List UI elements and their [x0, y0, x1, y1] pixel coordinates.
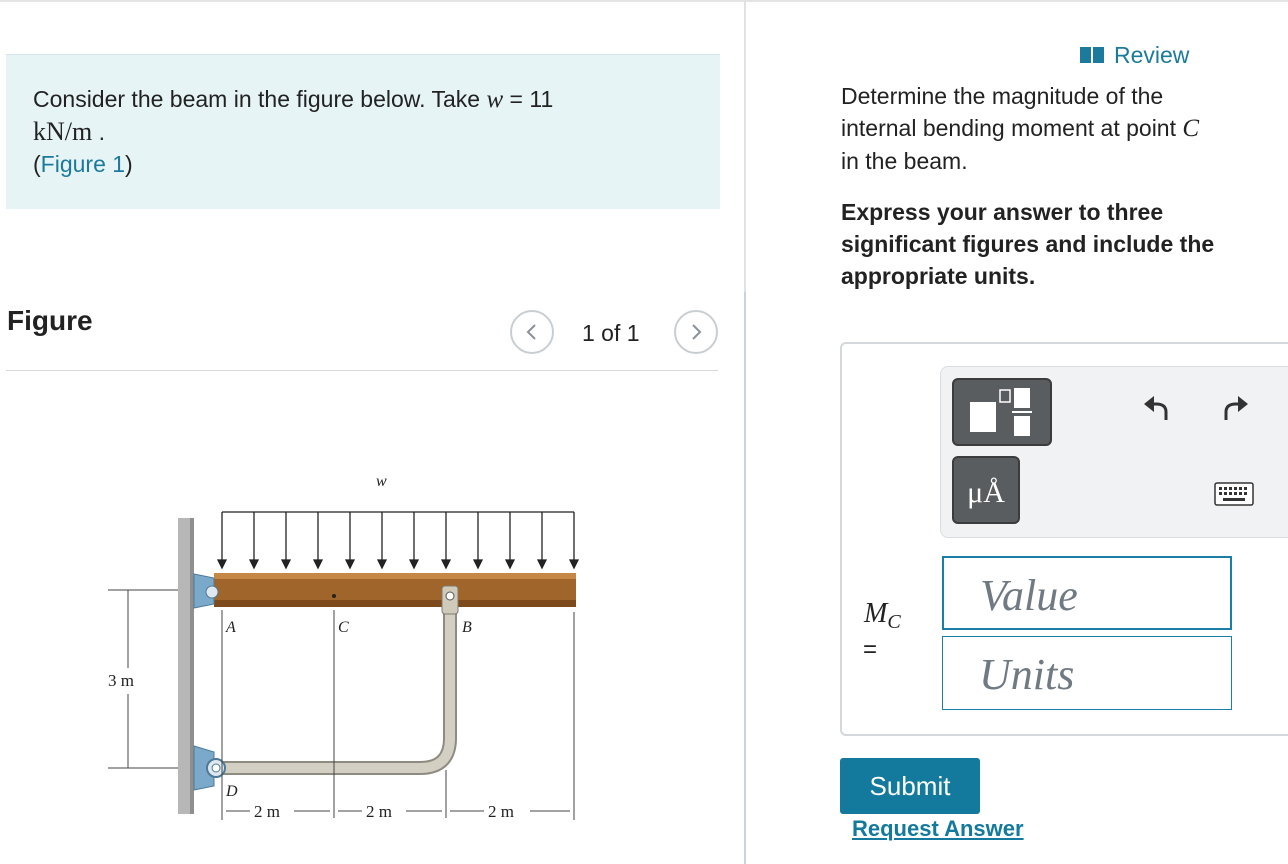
figure-divider	[6, 370, 718, 371]
value-placeholder: Value	[980, 571, 1078, 620]
label-c: C	[338, 619, 349, 636]
next-figure-button[interactable]	[674, 310, 718, 354]
figure-link[interactable]: Figure 1	[41, 151, 125, 177]
wall	[178, 518, 192, 814]
question-line2: in the beam.	[841, 148, 968, 174]
request-answer-link[interactable]: Request Answer	[852, 816, 1024, 842]
units-button[interactable]: μÅ	[952, 456, 1020, 524]
w-variable: w	[486, 86, 504, 113]
question-text: Determine the magnitude of the internal …	[841, 80, 1221, 177]
w-units: kN/m	[33, 117, 93, 146]
paren-open: (	[33, 151, 41, 177]
problem-intro: Consider the beam in the figure below. T…	[33, 86, 481, 112]
label-seg3: 2 m	[488, 802, 514, 821]
answer-variable-label: MC	[864, 598, 901, 634]
load-arrows	[216, 512, 580, 570]
answer-equals: =	[863, 636, 878, 663]
label-w: w	[376, 473, 387, 490]
beam-bottom-shade	[214, 600, 576, 607]
pin-b	[445, 591, 455, 601]
review-link[interactable]: Review	[1078, 42, 1189, 71]
point-c-marker	[332, 594, 336, 598]
problem-text: Consider the beam in the figure below. T…	[33, 83, 553, 180]
pin-a	[205, 585, 219, 599]
review-label: Review	[1114, 42, 1190, 68]
label-d: D	[225, 783, 238, 800]
question-line1: Determine the magnitude of the internal …	[841, 83, 1176, 141]
fraction-template-icon	[970, 388, 1032, 436]
pin-d-center	[211, 763, 221, 773]
units-input[interactable]: Units	[942, 636, 1232, 710]
answer-instructions: Express your answer to three significant…	[841, 199, 1215, 289]
label-b: B	[462, 619, 472, 636]
answer-var-main: M	[864, 598, 888, 629]
prev-figure-button[interactable]	[510, 310, 554, 354]
label-height: 3 m	[108, 671, 134, 690]
value-input[interactable]: Value	[942, 556, 1232, 630]
label-seg1: 2 m	[254, 802, 280, 821]
book-icon	[1078, 44, 1106, 71]
label-a: A	[225, 619, 236, 636]
units-period: .	[98, 119, 106, 145]
submit-button[interactable]: Submit	[840, 758, 980, 814]
pane-divider-lower	[744, 292, 746, 864]
wall-shade	[190, 518, 194, 814]
chevron-left-icon	[526, 324, 536, 340]
units-placeholder: Units	[979, 650, 1075, 699]
answer-var-sub: C	[887, 611, 901, 633]
top-border	[0, 0, 1288, 2]
label-seg2: 2 m	[366, 802, 392, 821]
templates-button[interactable]	[952, 378, 1052, 446]
undo-icon[interactable]	[1140, 392, 1174, 426]
keyboard-icon[interactable]	[1214, 482, 1254, 506]
beam-top-highlight	[214, 573, 576, 579]
beam-figure: w A C B D 3 m 2 m 2 m 2 m	[108, 473, 580, 821]
question-point: C	[1182, 115, 1200, 142]
figure-heading: Figure	[7, 305, 93, 336]
redo-icon[interactable]	[1218, 392, 1252, 426]
pager-count: 1 of 1	[582, 320, 640, 346]
chevron-right-icon	[692, 324, 702, 340]
w-value: = 11	[509, 86, 554, 112]
problem-statement: Consider the beam in the figure below. T…	[6, 54, 720, 209]
paren-close: )	[125, 151, 133, 177]
